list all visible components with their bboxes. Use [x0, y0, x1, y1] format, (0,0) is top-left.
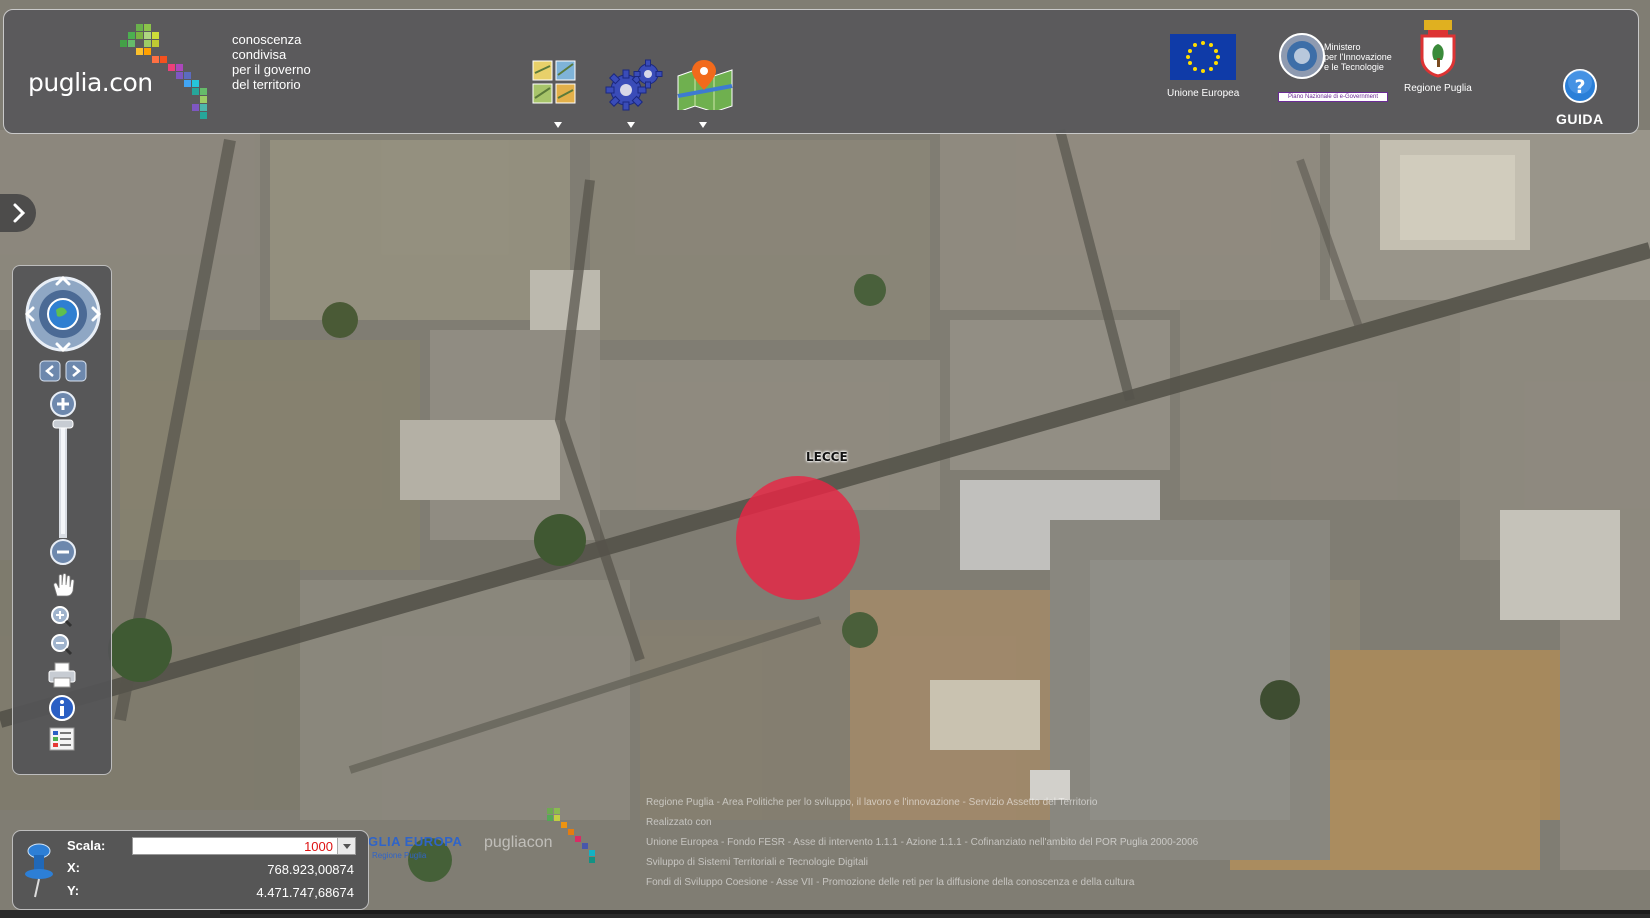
side-panel-toggle[interactable]: [0, 194, 36, 232]
settings-tool-button[interactable]: [604, 58, 663, 128]
credit-line: Sviluppo di Sistemi Territoriali e Tecno…: [646, 857, 868, 868]
svg-text:?: ?: [1574, 76, 1585, 98]
rotate-view-icon[interactable]: [39, 360, 87, 382]
ministry-text: Ministero per l'Innovazione e le Tecnolo…: [1324, 42, 1404, 72]
scale-value: 1000: [304, 839, 333, 854]
ministry-strip: Piano Nazionale di e-Government: [1278, 92, 1388, 102]
info-icon[interactable]: [48, 694, 76, 722]
map-tiles-icon: [532, 60, 576, 104]
scale-label: Scala:: [67, 838, 106, 853]
aerial-map[interactable]: LECCE Regione Puglia - Area Politiche pe…: [0, 0, 1650, 918]
pan-compass-icon[interactable]: [23, 274, 103, 354]
tagline-line: condivisa: [232, 47, 287, 62]
map-credits: Regione Puglia - Area Politiche per lo s…: [646, 793, 1606, 893]
print-icon[interactable]: [47, 662, 77, 688]
eu-logo[interactable]: Unione Europea: [1167, 34, 1239, 99]
legend-icon[interactable]: [48, 726, 76, 752]
ministry-logo[interactable]: [1278, 32, 1326, 85]
pushpin-icon[interactable]: [21, 841, 57, 901]
layers-tool-button[interactable]: [531, 58, 589, 128]
regione-caption: Regione Puglia: [1404, 83, 1472, 94]
eu-flag-icon: [1170, 34, 1237, 80]
credit-line: Regione Puglia - Area Politiche per lo s…: [646, 797, 1098, 808]
watermark-dots-icon: [547, 808, 595, 863]
map-navigation-panel: [12, 265, 112, 775]
tagline-line: del territorio: [232, 77, 301, 92]
brand-tagline: conoscenza condivisa per il governo del …: [232, 32, 342, 92]
chevron-right-icon: [13, 203, 26, 223]
credit-line: Realizzato con: [646, 817, 712, 828]
partner-logo-sub: Regione Puglia: [372, 851, 427, 860]
partner-logo: GLIA EUROPA: [368, 834, 463, 849]
zoom-in-box-icon[interactable]: [49, 604, 77, 628]
coordinates-panel: Scala: 1000 X: 768.923,00874 Y: 4.471.74…: [12, 830, 369, 910]
zoom-out-box-icon[interactable]: [49, 632, 77, 656]
chevron-down-icon[interactable]: [337, 838, 355, 854]
pan-hand-icon[interactable]: [49, 572, 77, 598]
y-value: 4.471.747,68674: [256, 885, 354, 900]
help-button[interactable]: ? GUIDA: [1556, 68, 1604, 127]
tagline-line: conoscenza: [232, 32, 302, 47]
locate-tool-button[interactable]: [676, 58, 734, 128]
help-icon: ?: [1562, 69, 1597, 103]
x-label: X:: [67, 860, 80, 875]
map-pin-icon: [677, 60, 733, 113]
chevron-down-icon[interactable]: [627, 122, 635, 128]
y-label: Y:: [67, 883, 80, 898]
ministry-seal-icon: [1279, 33, 1325, 79]
location-marker[interactable]: [736, 476, 860, 600]
top-toolbar: puglia.con conoscenza condivisa per il g…: [3, 9, 1639, 134]
regione-puglia-logo[interactable]: Regione Puglia: [1404, 18, 1472, 94]
brand-name[interactable]: puglia.con: [28, 68, 153, 97]
credit-line: Unione Europea - Fondo FESR - Asse di in…: [646, 837, 1199, 848]
chevron-down-icon[interactable]: [699, 122, 707, 128]
gears-icon: [605, 59, 663, 111]
ministry-line: e le Tecnologie: [1324, 62, 1384, 72]
ministry-line: per l'Innovazione: [1324, 52, 1392, 62]
help-label: GUIDA: [1556, 111, 1604, 127]
pugliacon-watermark: pugliacon: [484, 834, 553, 851]
scale-select[interactable]: 1000: [132, 837, 356, 855]
ministry-line: Ministero: [1324, 42, 1361, 52]
x-value: 768.923,00874: [267, 862, 354, 877]
eu-caption: Unione Europea: [1167, 88, 1240, 99]
city-label: LECCE: [806, 450, 848, 464]
tagline-line: per il governo: [232, 62, 311, 77]
credit-line: Fondi di Sviluppo Coesione - Asse VII - …: [646, 877, 1135, 888]
regione-crest-icon: [1420, 20, 1456, 78]
chevron-down-icon[interactable]: [554, 122, 562, 128]
zoom-slider[interactable]: [43, 390, 83, 566]
